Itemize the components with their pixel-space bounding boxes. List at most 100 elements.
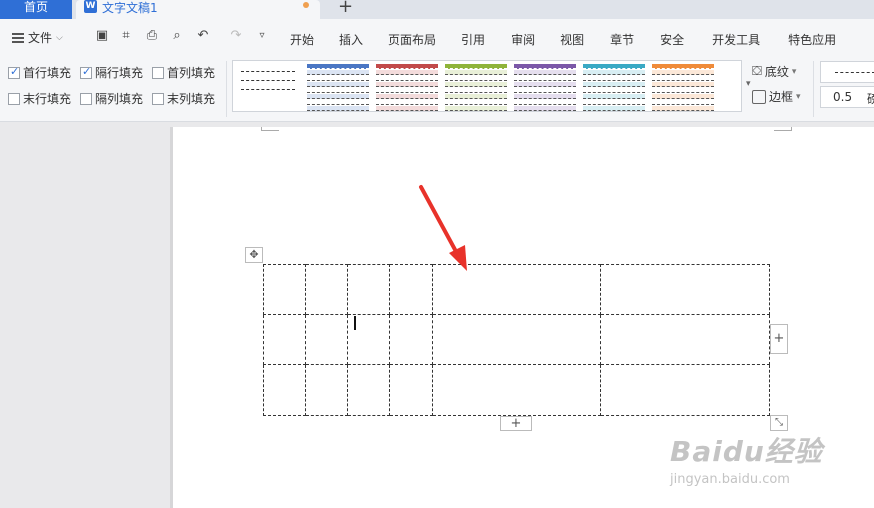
table-cell[interactable] xyxy=(263,364,306,416)
word-doc-icon: W xyxy=(84,0,97,13)
watermark-url: jingyan.baidu.com xyxy=(670,472,790,487)
divider xyxy=(226,61,227,117)
gallery-more-icon[interactable]: ▾ xyxy=(746,79,751,89)
menu-item-chapter[interactable]: 章节 xyxy=(610,31,634,48)
line-width-select[interactable]: 0.5 磅 xyxy=(820,86,874,108)
new-tab-button[interactable]: + xyxy=(338,0,353,17)
border-icon xyxy=(752,89,766,104)
chevron-down-icon: ▾ xyxy=(791,66,797,77)
baidu-watermark: Baidu经验 jingyan.baidu.com xyxy=(670,430,823,487)
more-icon[interactable]: ▿ xyxy=(254,28,270,44)
redo-icon[interactable]: ↷ xyxy=(228,28,244,44)
table-cell[interactable] xyxy=(346,364,390,416)
format-painter-icon[interactable]: ⌗ xyxy=(118,28,134,44)
red-arrow-annotation xyxy=(419,185,467,271)
menu-item-start[interactable]: 开始 xyxy=(290,31,314,48)
hamburger-icon xyxy=(12,32,24,43)
document-table[interactable] xyxy=(263,264,770,416)
line-width-value: 0.5 xyxy=(833,90,853,104)
table-cell[interactable] xyxy=(304,264,348,315)
text-cursor xyxy=(354,316,356,330)
checkbox-first-row-fill[interactable]: 首行填充 xyxy=(8,64,71,81)
table-cell[interactable] xyxy=(346,264,390,315)
table-style-gallery xyxy=(232,60,742,112)
table-cell[interactable] xyxy=(600,314,770,365)
checkbox-box xyxy=(80,92,92,105)
table-style-teal[interactable] xyxy=(583,64,645,111)
tab-bar: 首页 W 文字文稿1 + xyxy=(0,0,874,19)
print-icon[interactable]: ⎙ xyxy=(144,28,160,44)
border-label: 边框 xyxy=(769,90,794,104)
add-row-button[interactable]: + xyxy=(500,416,532,431)
table-style-orange[interactable] xyxy=(652,64,714,111)
checkbox-first-column-fill[interactable]: 首列填充 xyxy=(152,64,215,81)
menu-items: 开始 插入 页面布局 引用 审阅 视图 章节 安全 开发工具 特色应用 xyxy=(290,31,836,48)
add-column-button[interactable]: + xyxy=(770,324,788,354)
checkbox-label: 首行填充 xyxy=(23,66,72,80)
menu-item-review[interactable]: 审阅 xyxy=(511,31,535,48)
tab-document[interactable]: W 文字文稿1 xyxy=(76,0,320,19)
menu-item-references[interactable]: 引用 xyxy=(461,31,485,48)
table-resize-handle[interactable]: ⤡ xyxy=(770,415,788,431)
menu-item-insert[interactable]: 插入 xyxy=(339,31,363,48)
checkbox-box xyxy=(8,92,20,105)
checkbox-banded-columns[interactable]: 隔列填充 xyxy=(80,90,143,107)
table-move-handle[interactable]: ✥ xyxy=(245,247,263,263)
print-preview-icon[interactable]: ⌕ xyxy=(169,28,185,44)
table-cell[interactable] xyxy=(263,264,306,315)
chevron-down-icon: ▾ xyxy=(796,91,801,102)
checkbox-label: 隔行填充 xyxy=(95,66,144,80)
page-corner-mark xyxy=(261,127,279,131)
table-cell[interactable] xyxy=(263,314,306,365)
checkbox-box xyxy=(8,65,20,79)
file-menu-label: 文件 xyxy=(28,31,53,45)
borders-button[interactable]: 边框 ▾ xyxy=(752,88,801,105)
tab-home[interactable]: 首页 xyxy=(0,0,72,19)
table-row xyxy=(263,264,770,315)
table-row xyxy=(263,364,770,416)
menu-item-page-layout[interactable]: 页面布局 xyxy=(388,31,436,48)
menu-item-features[interactable]: 特色应用 xyxy=(788,31,836,48)
checkbox-label: 首列填充 xyxy=(167,66,216,80)
table-cell[interactable] xyxy=(388,364,433,416)
menu-item-security[interactable]: 安全 xyxy=(660,31,684,48)
checkbox-box xyxy=(152,66,164,79)
table-style-green[interactable] xyxy=(445,64,507,111)
divider xyxy=(813,61,814,117)
menu-item-view[interactable]: 视图 xyxy=(560,31,584,48)
table-cell[interactable] xyxy=(388,314,433,365)
checkbox-last-column-fill[interactable]: 末列填充 xyxy=(152,90,215,107)
menu-bar: 文件 ⌵ ▣ ⌗ ⎙ ⌕ ↶ ↷ ▿ 开始 插入 页面布局 引用 审阅 视图 章… xyxy=(0,19,874,55)
paint-bucket-icon: ⛋ xyxy=(752,64,762,79)
checkbox-last-row-fill[interactable]: 末行填充 xyxy=(8,90,71,107)
shading-button[interactable]: ⛋ 底纹 ▾ xyxy=(752,63,796,80)
line-style-select[interactable] xyxy=(820,61,874,83)
table-cell[interactable] xyxy=(431,314,602,365)
table-style-ribbon: 首行填充 隔行填充 首列填充 末行填充 隔列填充 末列填充 ▾ ⛋ 底纹 ▾ xyxy=(0,55,874,122)
table-cell[interactable] xyxy=(304,314,348,365)
table-cell[interactable] xyxy=(600,364,770,416)
document-title: 文字文稿1 xyxy=(102,1,158,15)
chevron-down-icon: ⌵ xyxy=(56,32,63,43)
table-style-dashed[interactable] xyxy=(237,64,299,110)
checkbox-label: 末列填充 xyxy=(167,92,216,106)
checkbox-label: 末行填充 xyxy=(23,92,72,106)
table-style-purple[interactable] xyxy=(514,64,576,111)
table-style-blue[interactable] xyxy=(307,64,369,111)
file-menu-button[interactable]: 文件 ⌵ xyxy=(12,29,63,46)
table-row xyxy=(263,314,770,365)
save-icon[interactable]: ▣ xyxy=(94,28,110,44)
watermark-brand: Baidu经验 xyxy=(670,435,823,468)
menu-item-developer[interactable]: 开发工具 xyxy=(712,31,760,48)
table-cell[interactable] xyxy=(600,264,770,315)
checkbox-label: 隔列填充 xyxy=(95,92,144,106)
undo-icon[interactable]: ↶ xyxy=(195,28,211,44)
checkbox-banded-rows[interactable]: 隔行填充 xyxy=(80,64,143,81)
checkbox-box xyxy=(80,65,92,79)
unsaved-dot-icon xyxy=(303,2,309,8)
table-cell[interactable] xyxy=(431,364,602,416)
line-width-unit: 磅 xyxy=(867,92,874,106)
table-cell[interactable] xyxy=(304,364,348,416)
table-style-red[interactable] xyxy=(376,64,438,111)
page-corner-mark xyxy=(774,127,792,131)
